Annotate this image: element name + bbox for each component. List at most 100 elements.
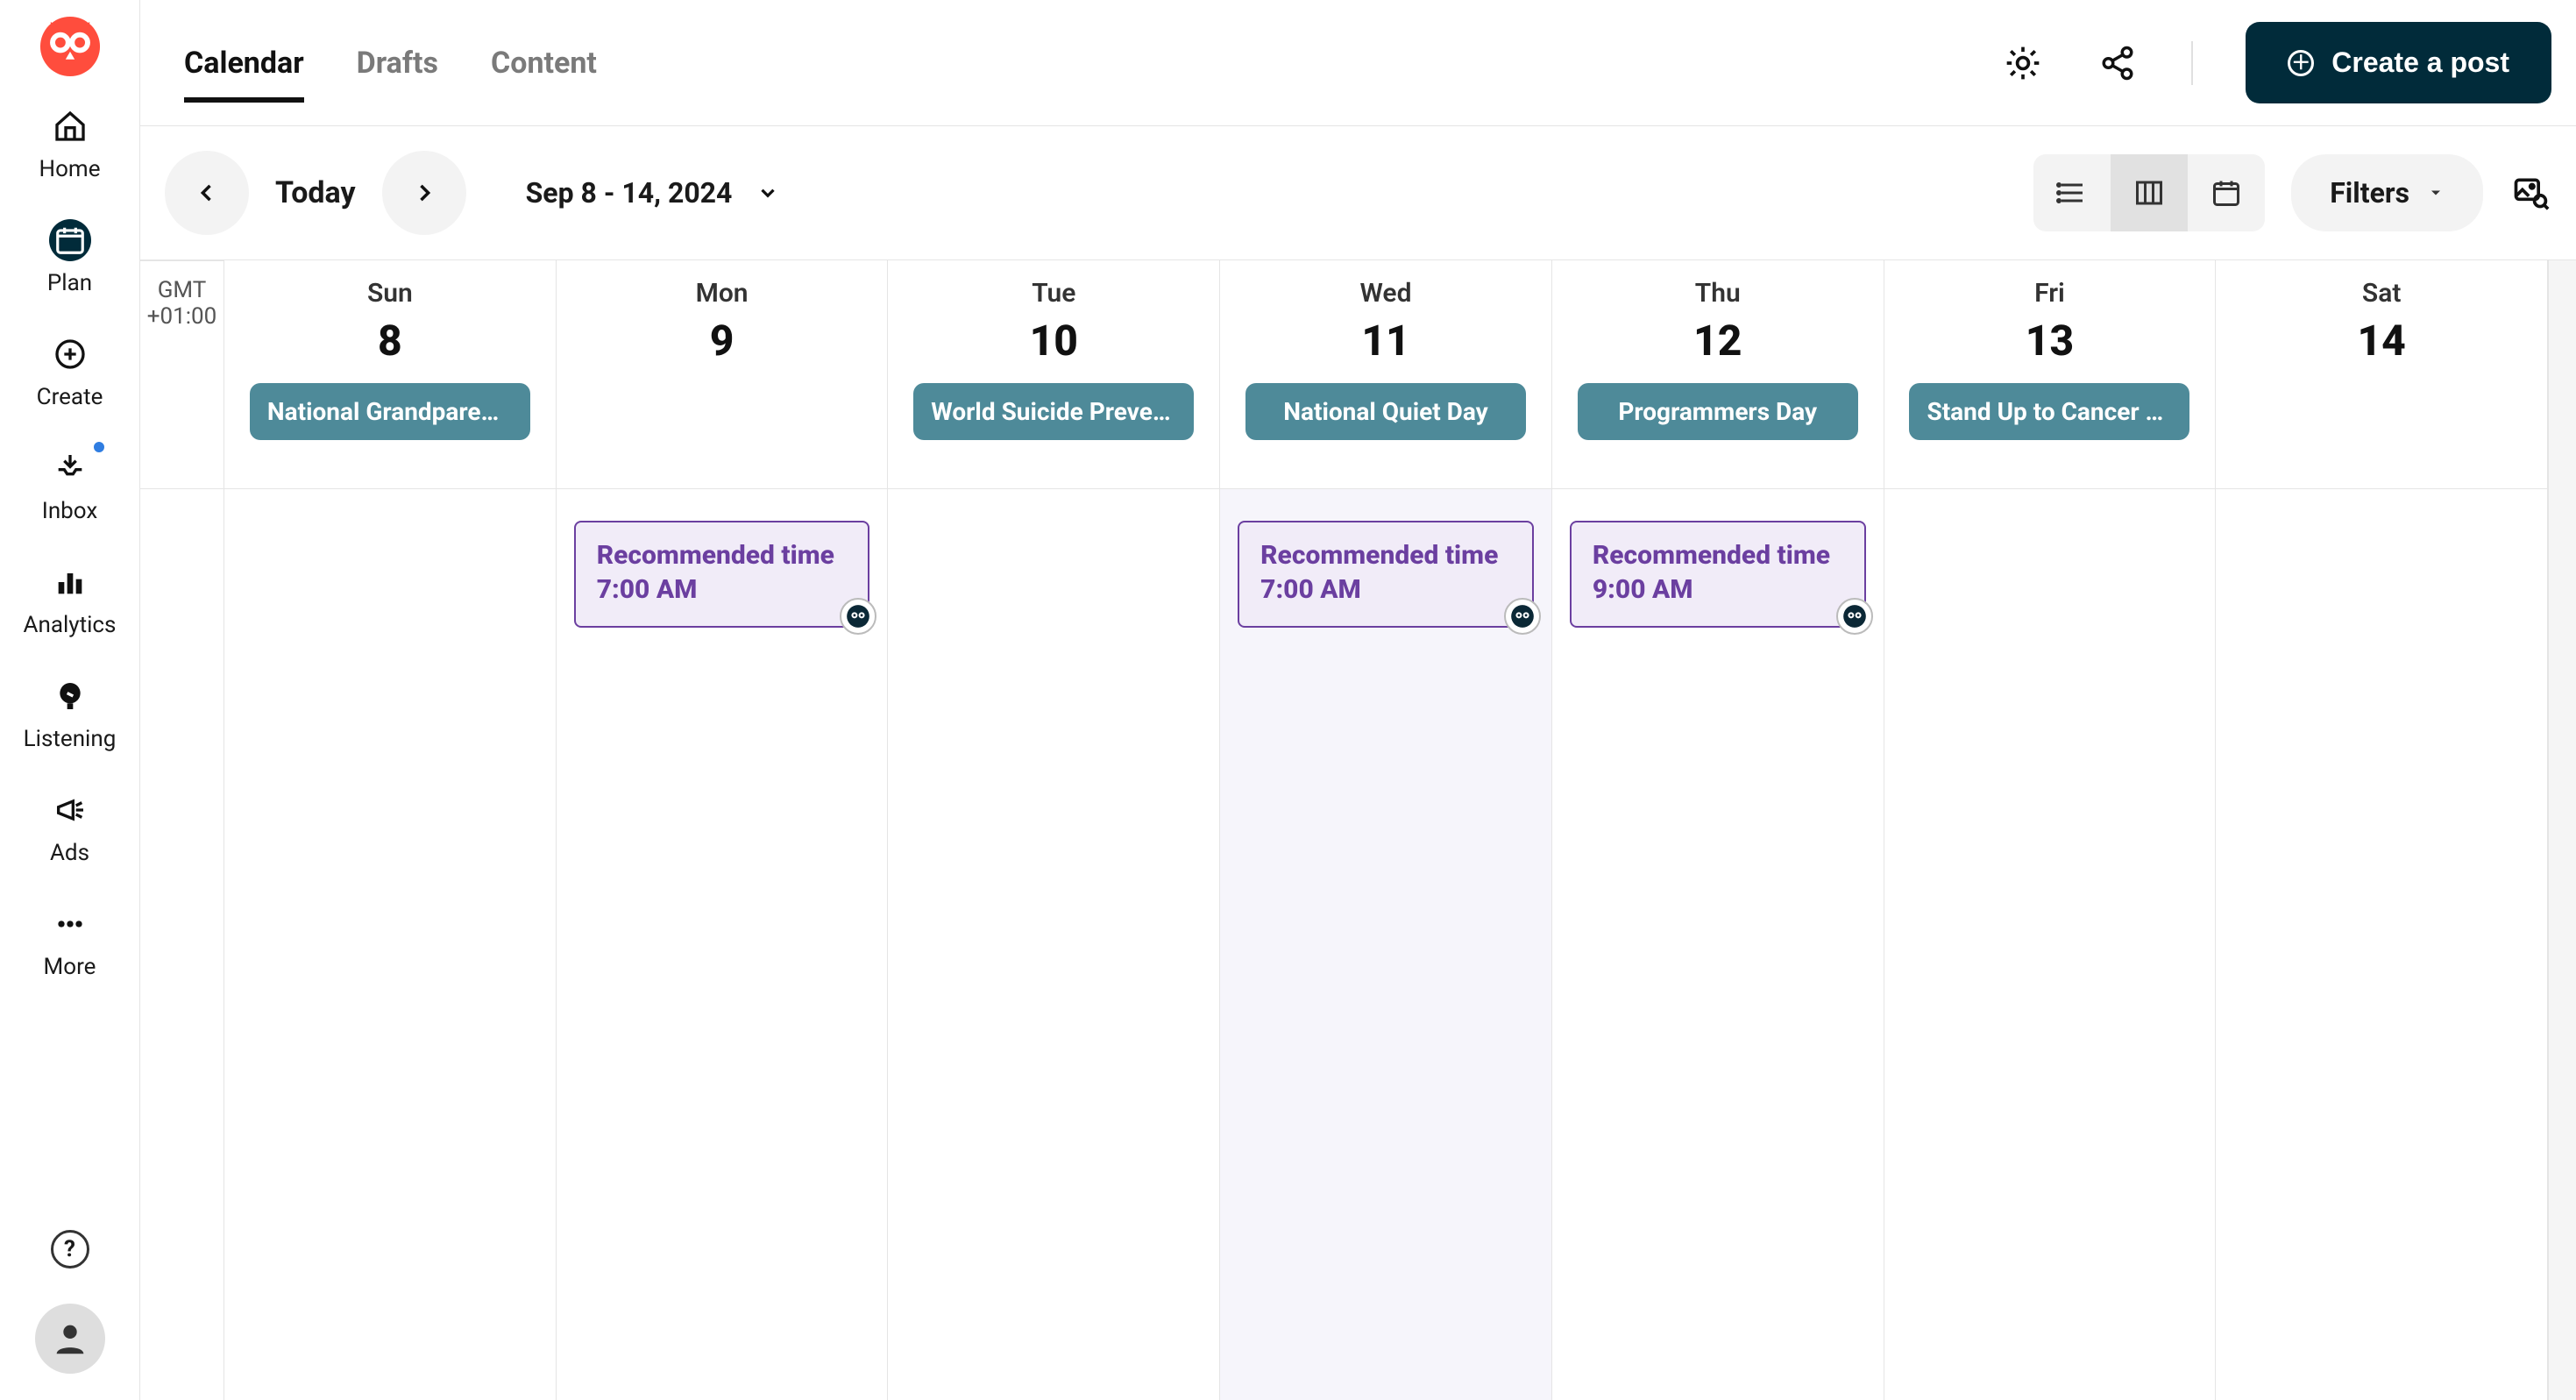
help-button[interactable]: ? xyxy=(51,1230,89,1269)
recommended-time-value: 7:00 AM xyxy=(597,574,848,605)
chevron-left-icon xyxy=(195,181,219,205)
ellipsis-icon xyxy=(49,903,91,945)
sidebar-item-label: Ads xyxy=(50,840,89,866)
sidebar-item-label: Inbox xyxy=(42,498,98,524)
holiday-pill[interactable]: National Quiet Day xyxy=(1245,383,1526,440)
timezone-gutter xyxy=(140,488,224,1400)
sidebar-item-label: Create xyxy=(37,384,103,410)
view-switch xyxy=(2033,154,2265,231)
day-of-week: Wed xyxy=(1360,278,1412,309)
sidebar-item-create[interactable]: Create xyxy=(0,316,139,430)
plus-icon: ＋ xyxy=(2288,50,2314,76)
recommended-time-card[interactable]: Recommended time 7:00 AM xyxy=(574,521,870,628)
day-cell-mon[interactable]: Recommended time 7:00 AM xyxy=(557,488,888,1400)
prev-week-button[interactable] xyxy=(165,151,249,235)
day-number: 10 xyxy=(1030,316,1078,366)
day-number: 13 xyxy=(2026,316,2074,366)
owl-badge-icon xyxy=(840,598,876,635)
settings-button[interactable] xyxy=(2002,42,2044,84)
share-button[interactable] xyxy=(2097,42,2139,84)
today-button[interactable]: Today xyxy=(275,175,356,210)
user-avatar[interactable] xyxy=(35,1304,105,1374)
chevron-down-icon xyxy=(756,181,779,204)
day-header-thu[interactable]: Thu 12 Programmers Day xyxy=(1552,260,1884,488)
divider xyxy=(2191,41,2193,85)
sidebar-item-ads[interactable]: Ads xyxy=(0,771,139,885)
sidebar-item-more[interactable]: More xyxy=(0,885,139,999)
day-cell-fri[interactable] xyxy=(1884,488,2216,1400)
gear-icon xyxy=(2004,44,2042,82)
recommended-time-card[interactable]: Recommended time 9:00 AM xyxy=(1570,521,1866,628)
media-search-button[interactable] xyxy=(2509,172,2551,214)
sidebar-item-inbox[interactable]: Inbox xyxy=(0,430,139,544)
sidebar-item-home[interactable]: Home xyxy=(0,88,139,202)
filters-button[interactable]: Filters xyxy=(2291,154,2483,231)
calendar-header-row: GMT +01:00 Sun 8 National Grandparen… Mo… xyxy=(140,259,2576,488)
day-of-week: Sat xyxy=(2362,278,2402,309)
day-header-mon[interactable]: Mon 9 xyxy=(557,260,888,488)
sidebar-item-plan[interactable]: Plan xyxy=(0,202,139,316)
holiday-pill[interactable]: National Grandparen… xyxy=(250,383,530,440)
scrollbar-track[interactable] xyxy=(2548,260,2576,488)
day-header-sun[interactable]: Sun 8 National Grandparen… xyxy=(224,260,556,488)
create-post-label: Create a post xyxy=(2331,46,2509,79)
day-of-week: Fri xyxy=(2034,278,2065,309)
megaphone-icon xyxy=(49,789,91,831)
home-icon xyxy=(49,105,91,147)
date-range-picker[interactable]: Sep 8 - 14, 2024 xyxy=(526,176,780,210)
holiday-pill[interactable]: World Suicide Preven… xyxy=(913,383,1194,440)
brand-logo xyxy=(38,14,103,79)
calendar-grid: GMT +01:00 Sun 8 National Grandparen… Mo… xyxy=(140,259,2576,1400)
scrollbar-track[interactable] xyxy=(2548,488,2576,1400)
tab-content[interactable]: Content xyxy=(491,0,597,125)
day-number: 11 xyxy=(1361,316,1409,366)
day-header-tue[interactable]: Tue 10 World Suicide Preven… xyxy=(888,260,1219,488)
day-header-wed[interactable]: Wed 11 National Quiet Day xyxy=(1220,260,1551,488)
view-month-button[interactable] xyxy=(2188,154,2265,231)
day-number: 14 xyxy=(2357,316,2405,366)
create-post-button[interactable]: ＋ Create a post xyxy=(2246,22,2551,103)
day-header-sat[interactable]: Sat 14 xyxy=(2216,260,2547,488)
view-week-button[interactable] xyxy=(2111,154,2188,231)
calendar-toolbar: Today Sep 8 - 14, 2024 xyxy=(140,126,2576,259)
tab-calendar[interactable]: Calendar xyxy=(184,0,304,125)
topbar: Calendar Drafts Content ＋ Create a post xyxy=(140,0,2576,126)
view-list-button[interactable] xyxy=(2033,154,2111,231)
day-cell-sun[interactable] xyxy=(224,488,556,1400)
day-number: 12 xyxy=(1693,316,1742,366)
day-cell-tue[interactable] xyxy=(888,488,1219,1400)
tab-label: Calendar xyxy=(184,46,304,81)
tab-drafts[interactable]: Drafts xyxy=(357,0,438,125)
sidebar-item-listening[interactable]: Listening xyxy=(0,657,139,771)
day-cell-thu[interactable]: Recommended time 9:00 AM xyxy=(1552,488,1884,1400)
recommended-time-card[interactable]: Recommended time 7:00 AM xyxy=(1238,521,1534,628)
inbox-icon xyxy=(49,447,91,489)
timezone-label: GMT +01:00 xyxy=(140,260,224,488)
day-of-week: Tue xyxy=(1032,278,1075,309)
day-of-week: Thu xyxy=(1695,278,1741,309)
day-cell-wed[interactable]: Recommended time 7:00 AM xyxy=(1220,488,1551,1400)
notification-dot-icon xyxy=(94,442,104,452)
owl-badge-icon xyxy=(1504,598,1541,635)
holiday-pill[interactable]: Programmers Day xyxy=(1578,383,1858,440)
day-of-week: Mon xyxy=(696,278,749,309)
tab-label: Drafts xyxy=(357,46,438,81)
day-number: 8 xyxy=(378,316,402,366)
tab-label: Content xyxy=(491,46,597,81)
holiday-pill[interactable]: Stand Up to Cancer Day xyxy=(1909,383,2189,440)
lightbulb-icon xyxy=(49,675,91,717)
next-week-button[interactable] xyxy=(382,151,466,235)
sidebar-item-label: Home xyxy=(39,156,101,182)
calendar-grid-icon xyxy=(2211,177,2242,209)
calendar-icon xyxy=(49,219,91,261)
recommended-time-title: Recommended time xyxy=(597,540,848,571)
filters-label: Filters xyxy=(2330,176,2409,210)
sidebar-item-analytics[interactable]: Analytics xyxy=(0,544,139,657)
day-header-fri[interactable]: Fri 13 Stand Up to Cancer Day xyxy=(1884,260,2216,488)
recommended-time-value: 7:00 AM xyxy=(1260,574,1511,605)
day-cell-sat[interactable] xyxy=(2216,488,2547,1400)
image-search-icon xyxy=(2511,174,2550,212)
columns-icon xyxy=(2133,177,2165,209)
recommended-time-title: Recommended time xyxy=(1593,540,1843,571)
chevron-right-icon xyxy=(412,181,436,205)
